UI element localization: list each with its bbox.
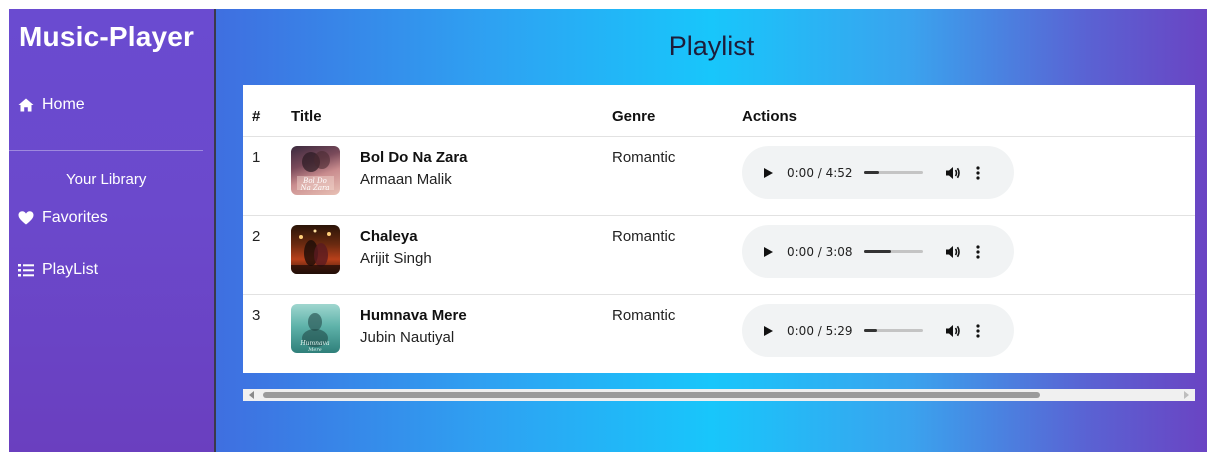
home-icon [18,98,34,112]
row-number: 2 [252,228,261,245]
list-icon [18,264,34,277]
album-cover: Bol Do Na Zara [291,146,340,195]
song-artist: Arijit Singh [360,250,432,267]
table-header: # Title Genre Actions [243,85,1195,137]
audio-time: 0:00 / 3:08 [787,244,853,259]
column-header-number: # [252,108,261,125]
app-frame: Music-Player Home Your Library Favorites… [9,9,1207,452]
column-header-title: Title [291,108,322,125]
svg-text:Humnava: Humnava [299,340,330,347]
audio-player: 0:00 / 5:29 [742,304,1014,357]
scrollbar-thumb[interactable] [263,392,1040,398]
sidebar-item-favorites[interactable]: Favorites [18,209,108,227]
song-artist: Armaan Malik [360,171,452,188]
audio-progress-slider[interactable] [864,171,923,174]
volume-icon[interactable] [945,323,961,339]
audio-progress-fill [864,171,879,174]
song-title: Chaleya [360,228,418,245]
page-title: Playlist [668,31,755,61]
row-number: 1 [252,149,261,166]
song-genre: Romantic [612,149,676,166]
song-title: Bol Do Na Zara [360,149,468,166]
album-art: Humnava Mere [299,313,330,353]
song-artist: Jubin Nautiyal [360,329,455,346]
scroll-right-arrow-icon[interactable] [1184,391,1189,399]
sidebar: Music-Player Home Your Library Favorites… [9,9,214,452]
volume-icon[interactable] [945,244,961,260]
audio-time: 0:00 / 4:52 [787,165,853,180]
album-art [291,229,340,274]
scroll-left-arrow-icon[interactable] [249,391,254,399]
play-icon[interactable] [761,166,775,180]
table-row: 1 Bol Do Na Zara Bol Do Na Zara Armaan M… [243,137,1195,216]
library-heading: Your Library [66,171,147,188]
more-options-icon[interactable] [975,323,981,339]
heart-icon [18,211,34,225]
album-cover: Humnava Mere [291,304,340,353]
play-icon[interactable] [761,324,775,338]
svg-text:Mere: Mere [307,347,321,353]
audio-progress-slider[interactable] [864,329,923,332]
svg-text:Na Zara: Na Zara [299,184,329,192]
sidebar-item-label: PlayList [42,261,99,278]
column-header-genre: Genre [612,108,656,125]
song-title: Humnava Mere [360,307,467,324]
sidebar-item-label: Home [42,96,85,113]
album-cover [291,225,340,274]
sidebar-item-playlist[interactable]: PlayList [18,261,98,279]
volume-icon[interactable] [945,165,961,181]
audio-progress-fill [864,250,891,253]
more-options-icon[interactable] [975,244,981,260]
table-row: 2 Chaleya Arijit Singh Romantic 0:00 / 3… [243,216,1195,295]
album-art: Bol Do Na Zara [297,151,334,192]
horizontal-scrollbar[interactable] [243,389,1195,401]
song-genre: Romantic [612,307,676,324]
sidebar-divider [9,150,203,151]
brand-title: Music-Player [19,21,195,52]
song-genre: Romantic [612,228,676,245]
audio-player: 0:00 / 4:52 [742,146,1014,199]
more-options-icon[interactable] [975,165,981,181]
table-row: 3 Humnava Mere Humnava Mere Jubin Nautiy… [243,295,1195,373]
audio-time: 0:00 / 5:29 [787,323,853,338]
audio-player: 0:00 / 3:08 [742,225,1014,278]
playlist-table: # Title Genre Actions 1 Bol Do Na Zara B… [243,85,1195,373]
play-icon[interactable] [761,245,775,259]
sidebar-item-label: Favorites [42,209,108,226]
column-header-actions: Actions [742,108,798,125]
row-number: 3 [252,307,261,324]
main-panel: Playlist # Title Genre Actions 1 Bol Do … [216,9,1207,452]
audio-progress-slider[interactable] [864,250,923,253]
audio-progress-fill [864,329,877,332]
sidebar-item-home[interactable]: Home [18,96,85,114]
